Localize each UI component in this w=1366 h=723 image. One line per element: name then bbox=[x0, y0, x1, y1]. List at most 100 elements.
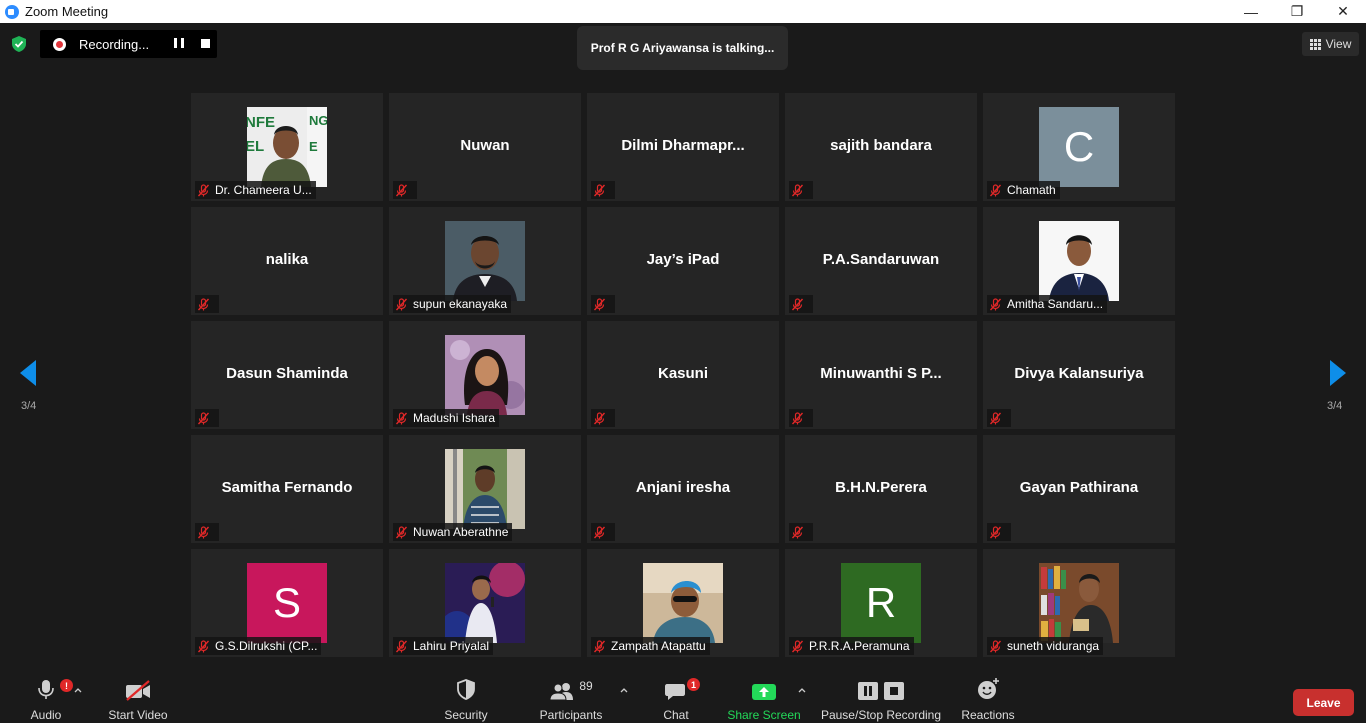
participant-display-name: Dasun Shaminda bbox=[226, 365, 348, 382]
participant-tile[interactable]: B.H.N.Perera bbox=[785, 435, 977, 543]
participant-display-name: nalika bbox=[265, 251, 309, 268]
participant-initial-avatar: S bbox=[247, 563, 327, 643]
participant-avatar bbox=[1039, 563, 1119, 643]
participant-display-name: Nuwan bbox=[460, 137, 510, 154]
participant-tile[interactable]: Gayan Pathirana bbox=[983, 435, 1175, 543]
participant-tile[interactable]: nalika bbox=[191, 207, 383, 315]
participant-tile[interactable]: Lahiru Priyalal bbox=[389, 549, 581, 657]
participant-gallery: NFE EL NG E Dr. Chameera U... Nuwan Dilmi Dhar… bbox=[191, 93, 1175, 657]
participant-name-label bbox=[591, 181, 615, 199]
audio-options-caret-icon[interactable] bbox=[74, 687, 82, 693]
recording-indicator: Recording... bbox=[40, 30, 217, 58]
participant-name-label bbox=[789, 523, 813, 541]
participant-avatar bbox=[445, 449, 525, 529]
share-options-caret-icon[interactable] bbox=[798, 687, 806, 693]
meeting-toolbar: ! Audio Start Video Security 89 Particip… bbox=[0, 673, 1366, 723]
participant-tile[interactable]: NFE EL NG E Dr. Chameera U... bbox=[191, 93, 383, 201]
participant-tile[interactable]: Dilmi Dharmapr... bbox=[587, 93, 779, 201]
zoom-logo-icon bbox=[5, 4, 19, 19]
muted-microphone-icon bbox=[593, 639, 606, 652]
participant-name: Amitha Sandaru... bbox=[1007, 297, 1104, 311]
participant-display-name: Kasuni bbox=[657, 365, 708, 382]
window-controls: — ❐ ✕ bbox=[1228, 0, 1366, 23]
participant-display-name: Jay’s iPad bbox=[646, 251, 720, 268]
view-button[interactable]: View bbox=[1302, 32, 1359, 56]
participants-icon bbox=[549, 683, 574, 701]
participant-tile[interactable]: Amitha Sandaru... bbox=[983, 207, 1175, 315]
security-shield-icon bbox=[457, 679, 475, 700]
muted-microphone-icon bbox=[593, 297, 606, 310]
video-off-icon bbox=[126, 680, 150, 701]
participant-name-label: Zampath Atapattu bbox=[591, 637, 710, 655]
participant-tile[interactable]: Samitha Fernando bbox=[191, 435, 383, 543]
participant-tile[interactable]: Jay’s iPad bbox=[587, 207, 779, 315]
chat-bubble-icon bbox=[665, 684, 685, 700]
muted-microphone-icon bbox=[395, 411, 408, 424]
participant-tile[interactable]: Madushi Ishara bbox=[389, 321, 581, 429]
muted-microphone-icon bbox=[395, 525, 408, 538]
participant-name: P.R.R.A.Peramuna bbox=[809, 639, 910, 653]
participant-name-label bbox=[591, 523, 615, 541]
previous-page-arrow-icon[interactable] bbox=[18, 358, 38, 388]
gallery-grid-icon bbox=[1309, 38, 1321, 50]
participant-tile[interactable]: Kasuni bbox=[587, 321, 779, 429]
participant-tile[interactable]: P.A.Sandaruwan bbox=[785, 207, 977, 315]
participant-name-label bbox=[591, 409, 615, 427]
participant-tile[interactable]: sajith bandara bbox=[785, 93, 977, 201]
participant-avatar: NFE EL NG E bbox=[245, 107, 329, 187]
recording-label: Recording... bbox=[79, 36, 150, 52]
restore-button[interactable]: ❐ bbox=[1274, 0, 1320, 23]
security-button[interactable]: Security bbox=[441, 673, 491, 723]
participant-name-label bbox=[987, 523, 1011, 541]
close-button[interactable]: ✕ bbox=[1320, 0, 1366, 23]
participant-tile[interactable]: Minuwanthi S P... bbox=[785, 321, 977, 429]
leave-button[interactable]: Leave bbox=[1293, 689, 1354, 716]
pause-recording-icon[interactable] bbox=[174, 38, 184, 48]
participants-button[interactable]: 89 Participants bbox=[536, 673, 606, 723]
participant-initial-avatar: R bbox=[841, 563, 921, 643]
meeting-stage: Recording... Prof R G Ariyawansa is talk… bbox=[0, 23, 1366, 673]
participant-tile[interactable]: Divya Kalansuriya bbox=[983, 321, 1175, 429]
muted-microphone-icon bbox=[593, 525, 606, 538]
participant-tile[interactable]: C Chamath bbox=[983, 93, 1175, 201]
participants-options-caret-icon[interactable] bbox=[620, 687, 628, 693]
participant-name-label bbox=[195, 523, 219, 541]
share-screen-button[interactable]: Share Screen bbox=[727, 673, 801, 723]
svg-text:NFE: NFE bbox=[247, 114, 275, 131]
start-video-label: Start Video bbox=[108, 708, 168, 722]
participant-name: G.S.Dilrukshi (CP... bbox=[215, 639, 318, 653]
participant-name: Madushi Ishara bbox=[413, 411, 496, 425]
page-indicator-left: 3/4 bbox=[21, 400, 37, 412]
window-title: Zoom Meeting bbox=[25, 4, 109, 19]
muted-microphone-icon bbox=[989, 411, 1002, 424]
microphone-icon bbox=[38, 680, 54, 699]
reactions-button[interactable]: Reactions bbox=[958, 673, 1018, 723]
pause-stop-recording-button[interactable]: Pause/Stop Recording bbox=[820, 673, 942, 723]
participant-tile[interactable]: Nuwan bbox=[389, 93, 581, 201]
participant-avatar bbox=[445, 221, 525, 301]
start-video-button[interactable]: Start Video bbox=[106, 673, 170, 723]
participant-tile[interactable]: suneth viduranga bbox=[983, 549, 1175, 657]
participant-name-label: Dr. Chameera U... bbox=[195, 181, 316, 199]
chat-button[interactable]: 1 Chat bbox=[656, 673, 700, 723]
participant-name-label bbox=[789, 409, 813, 427]
reactions-smiley-icon bbox=[978, 678, 999, 699]
security-label: Security bbox=[444, 708, 488, 722]
svg-text:NG: NG bbox=[309, 113, 327, 128]
participant-tile[interactable]: S G.S.Dilrukshi (CP... bbox=[191, 549, 383, 657]
reactions-label: Reactions bbox=[961, 708, 1015, 722]
audio-button[interactable]: ! Audio bbox=[24, 673, 73, 723]
share-screen-label: Share Screen bbox=[727, 708, 801, 722]
shield-check-icon[interactable] bbox=[10, 35, 28, 53]
minimize-button[interactable]: — bbox=[1228, 0, 1274, 23]
participant-tile[interactable]: Zampath Atapattu bbox=[587, 549, 779, 657]
participant-tile[interactable]: supun ekanayaka bbox=[389, 207, 581, 315]
muted-microphone-icon bbox=[791, 639, 804, 652]
stop-recording-icon[interactable] bbox=[201, 39, 210, 48]
participant-tile[interactable]: Nuwan Aberathne bbox=[389, 435, 581, 543]
participant-tile[interactable]: Anjani iresha bbox=[587, 435, 779, 543]
participant-tile[interactable]: R P.R.R.A.Peramuna bbox=[785, 549, 977, 657]
participant-tile[interactable]: Dasun Shaminda bbox=[191, 321, 383, 429]
participant-name: supun ekanayaka bbox=[413, 297, 508, 311]
next-page-arrow-icon[interactable] bbox=[1328, 358, 1348, 388]
